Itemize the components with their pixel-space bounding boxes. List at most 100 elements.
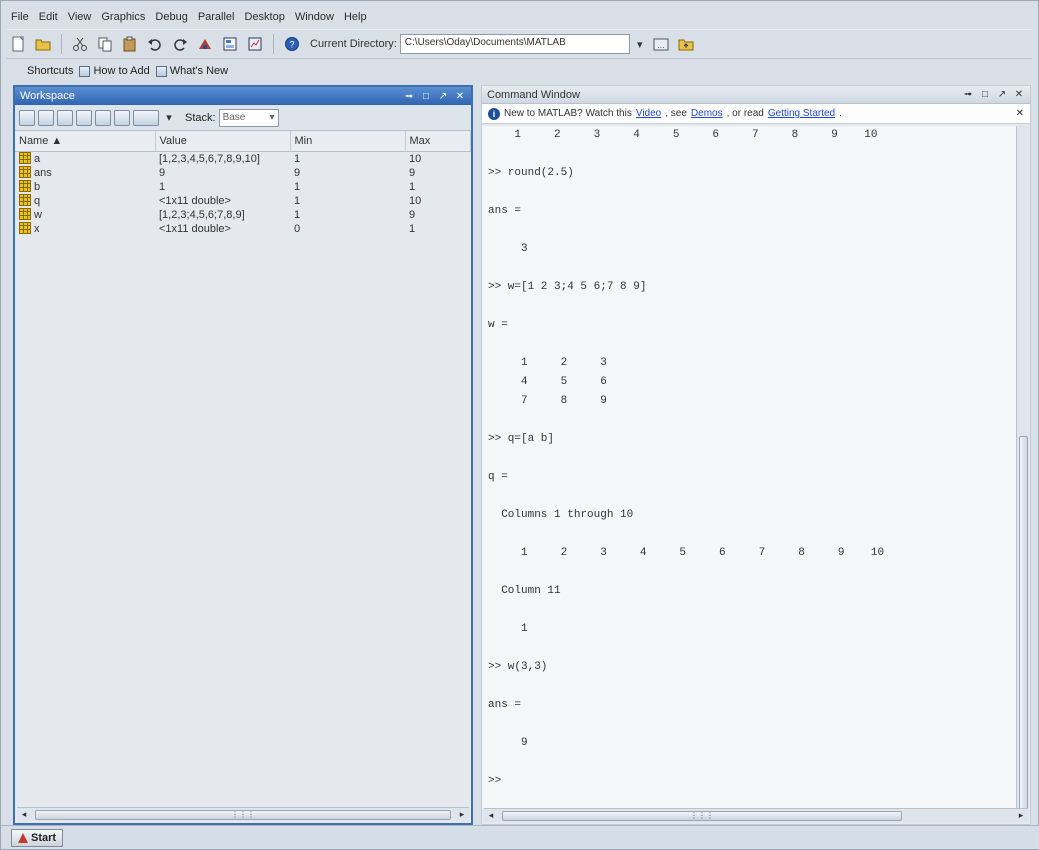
variable-name: b bbox=[34, 180, 41, 193]
open-folder-icon[interactable] bbox=[32, 33, 54, 55]
command-window-output[interactable]: 1 2 3 4 5 6 7 8 9 10 >> round(2.5) ans = 3… bbox=[482, 126, 1016, 808]
scroll-left-icon[interactable]: ◂ bbox=[484, 810, 498, 821]
menu-edit[interactable]: Edit bbox=[35, 9, 62, 25]
info-suffix: . bbox=[839, 108, 842, 119]
variable-min: 0 bbox=[294, 222, 301, 235]
command-window-horizontal-scrollbar[interactable]: ◂ ⋮⋮⋮ ▸ bbox=[484, 808, 1028, 822]
command-window-controls: ➟ □ ↗ ✕ bbox=[962, 89, 1025, 100]
getting-started-info-bar: i New to MATLAB? Watch this Video , see D… bbox=[482, 104, 1030, 124]
workspace-horizontal-scrollbar[interactable]: ◂ ⋮⋮⋮ ▸ bbox=[17, 807, 469, 821]
variable-name-cell: w bbox=[15, 207, 155, 222]
open-selection-icon[interactable] bbox=[38, 109, 54, 126]
command-window-vertical-scrollbar[interactable] bbox=[1016, 126, 1030, 816]
variable-name: q bbox=[34, 194, 41, 207]
paste-icon[interactable] bbox=[119, 33, 141, 55]
how-to-add-shortcut[interactable]: How to Add bbox=[79, 65, 150, 77]
copy-icon[interactable] bbox=[94, 33, 116, 55]
command-line: >> bbox=[488, 775, 502, 787]
column-header-value[interactable]: Value bbox=[155, 131, 291, 152]
menu-graphics[interactable]: Graphics bbox=[97, 9, 149, 25]
undo-icon[interactable] bbox=[144, 33, 166, 55]
stack-value: Base bbox=[222, 112, 246, 123]
menu-window[interactable]: Window bbox=[291, 9, 338, 25]
undock-icon[interactable]: ↗ bbox=[996, 89, 1008, 100]
scroll-right-icon[interactable]: ▸ bbox=[1014, 810, 1028, 821]
info-icon: i bbox=[488, 107, 500, 120]
table-row[interactable]: a [1,2,3,4,5,6,7,8,9,10] 1 10 bbox=[15, 151, 471, 166]
whats-new-shortcut[interactable]: What's New bbox=[155, 65, 228, 77]
command-line: 9 bbox=[488, 737, 528, 749]
guide-icon[interactable] bbox=[219, 33, 241, 55]
chevron-down-icon[interactable]: ▾ bbox=[162, 108, 176, 128]
variable-name: x bbox=[34, 222, 40, 235]
table-row[interactable]: x <1x11 double> 0 1 bbox=[15, 221, 471, 236]
command-line: w = bbox=[488, 319, 508, 331]
maximize-icon[interactable]: □ bbox=[420, 91, 432, 102]
print-icon[interactable] bbox=[95, 109, 111, 126]
chevron-down-icon[interactable]: ▾ bbox=[633, 34, 647, 54]
scrollbar-thumb[interactable]: ⋮⋮⋮ bbox=[502, 810, 902, 821]
scrollbar-thumb[interactable] bbox=[1019, 436, 1028, 816]
command-window-titlebar[interactable]: Command Window ➟ □ ↗ ✕ bbox=[482, 86, 1030, 104]
close-icon[interactable]: ✕ bbox=[454, 91, 466, 102]
new-variable-icon[interactable] bbox=[19, 109, 35, 126]
cut-icon[interactable] bbox=[69, 33, 91, 55]
variable-name: ans bbox=[34, 166, 52, 179]
current-directory-field[interactable]: C:\Users\Oday\Documents\MATLAB bbox=[399, 34, 630, 54]
variable-name-cell: x bbox=[15, 221, 155, 236]
simulink-icon[interactable] bbox=[194, 33, 216, 55]
variable-value: <1x11 double> bbox=[159, 222, 231, 235]
scrollbar-thumb[interactable]: ⋮⋮⋮ bbox=[35, 809, 451, 820]
table-row[interactable]: w [1,2,3;4,5,6;7,8,9] 1 9 bbox=[15, 207, 471, 222]
video-link[interactable]: Video bbox=[636, 108, 661, 119]
matrix-variable-icon bbox=[19, 221, 31, 234]
stack-select[interactable]: Base ▾ bbox=[218, 108, 279, 127]
delete-variable-icon[interactable] bbox=[114, 109, 130, 126]
maximize-icon[interactable]: □ bbox=[979, 89, 991, 100]
close-info-icon[interactable]: ✕ bbox=[1016, 108, 1024, 119]
variable-min: 1 bbox=[294, 180, 301, 193]
menu-parallel[interactable]: Parallel bbox=[194, 9, 239, 25]
start-label: Start bbox=[31, 832, 57, 844]
scroll-right-icon[interactable]: ▸ bbox=[455, 809, 469, 820]
scroll-left-icon[interactable]: ◂ bbox=[17, 809, 31, 820]
table-row[interactable]: q <1x11 double> 1 10 bbox=[15, 193, 471, 208]
table-row[interactable]: b 1 1 1 bbox=[15, 179, 471, 194]
getting-started-link[interactable]: Getting Started bbox=[768, 108, 835, 119]
menu-desktop[interactable]: Desktop bbox=[241, 9, 289, 25]
command-line: ans = bbox=[488, 699, 522, 711]
workspace-toolbar: ▾ Stack: Base ▾ bbox=[15, 105, 471, 131]
menu-file[interactable]: File bbox=[7, 9, 33, 25]
dock-arrow-icon[interactable]: ➟ bbox=[962, 89, 974, 100]
menu-help[interactable]: Help bbox=[340, 9, 371, 25]
variable-name: w bbox=[34, 208, 42, 221]
redo-icon[interactable] bbox=[169, 33, 191, 55]
new-file-icon[interactable] bbox=[7, 33, 29, 55]
demos-link[interactable]: Demos bbox=[691, 108, 723, 119]
command-line: Column 11 bbox=[488, 585, 561, 597]
browse-folder-icon[interactable]: … bbox=[650, 33, 672, 55]
shortcuts-bar: Shortcuts How to Add What's New bbox=[7, 61, 1032, 81]
column-header-name[interactable]: Name ▲ bbox=[15, 131, 156, 152]
folder-up-icon[interactable] bbox=[675, 33, 697, 55]
start-button[interactable]: Start bbox=[11, 829, 64, 847]
shortcuts-label[interactable]: Shortcuts bbox=[27, 65, 73, 77]
import-data-icon[interactable] bbox=[57, 109, 73, 126]
menu-debug[interactable]: Debug bbox=[151, 9, 191, 25]
column-header-max[interactable]: Max bbox=[405, 131, 471, 152]
dock-arrow-icon[interactable]: ➟ bbox=[403, 91, 415, 102]
workspace-titlebar[interactable]: Workspace ➟ □ ↗ ✕ bbox=[15, 87, 471, 105]
menu-view[interactable]: View bbox=[64, 9, 96, 25]
variable-max: 10 bbox=[409, 152, 422, 165]
save-workspace-icon[interactable] bbox=[76, 109, 92, 126]
start-bar: Start bbox=[1, 825, 1039, 849]
table-row[interactable]: ans 9 9 9 bbox=[15, 165, 471, 180]
profiler-icon[interactable] bbox=[244, 33, 266, 55]
undock-icon[interactable]: ↗ bbox=[437, 91, 449, 102]
toolbar-separator bbox=[61, 34, 62, 54]
help-icon[interactable]: ? bbox=[281, 33, 303, 55]
close-icon[interactable]: ✕ bbox=[1013, 89, 1025, 100]
column-header-min[interactable]: Min bbox=[290, 131, 406, 152]
command-line bbox=[488, 259, 1016, 278]
plot-selection-icon[interactable] bbox=[133, 109, 159, 126]
